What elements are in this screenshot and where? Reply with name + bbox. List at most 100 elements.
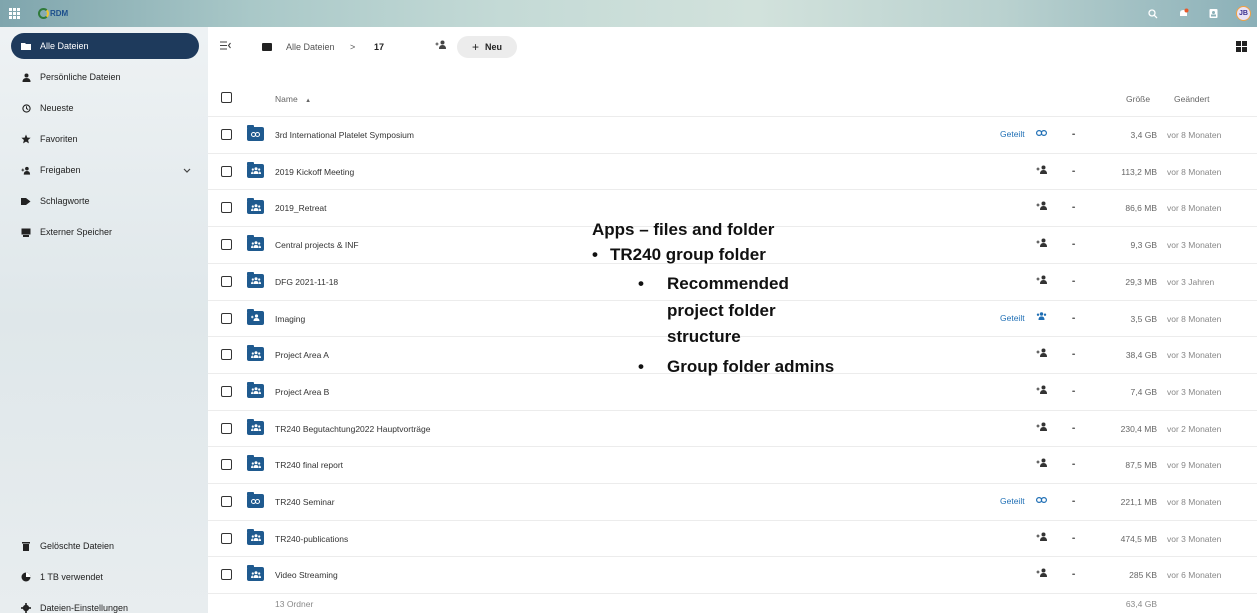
share-folder-icon[interactable] [435,40,447,52]
group-folder-icon[interactable] [247,528,264,545]
row-checkbox[interactable] [221,496,232,507]
table-row[interactable]: TR240-publications ••• 474,5 MB vor 3 Monat… [208,519,1257,556]
apps-menu-icon[interactable] [9,8,20,19]
more-actions-icon[interactable]: ••• [1072,316,1075,322]
shared-status[interactable]: Geteilt [1000,129,1025,139]
row-checkbox[interactable] [221,165,232,177]
sidebar-item-recent[interactable]: Neueste [11,95,199,121]
column-header-modified[interactable]: Geändert [1174,94,1209,104]
share-icon[interactable] [1036,201,1048,213]
row-checkbox[interactable] [221,275,232,287]
more-actions-icon[interactable]: ••• [1072,426,1075,432]
more-actions-icon[interactable]: ••• [1072,536,1075,542]
link-icon[interactable] [1036,128,1048,138]
row-checkbox[interactable] [221,569,232,581]
file-name[interactable]: 3rd International Platelet Symposium [275,130,414,140]
file-name[interactable]: Project Area A [275,350,329,360]
new-button[interactable]: + Neu [457,36,517,58]
file-name[interactable]: Video Streaming [275,570,338,580]
share-icon[interactable] [1036,422,1048,434]
more-actions-icon[interactable]: ••• [1072,242,1075,248]
row-checkbox[interactable] [221,385,232,397]
contacts-icon[interactable] [1206,7,1220,21]
more-actions-icon[interactable]: ••• [1072,279,1075,285]
more-actions-icon[interactable]: ••• [1072,205,1075,211]
share-icon[interactable] [1036,385,1048,397]
link-icon[interactable] [1036,495,1048,505]
breadcrumb-current[interactable]: 17 [374,42,384,52]
grid-view-icon[interactable] [1236,41,1247,52]
avatar[interactable]: JB [1236,6,1251,21]
column-header-size[interactable]: Größe [1126,94,1150,104]
row-checkbox[interactable] [221,459,232,471]
sidebar-item-tags[interactable]: Schlagworte [11,188,199,214]
file-name[interactable]: DFG 2021-11-18 [275,277,338,287]
file-name[interactable]: TR240 Seminar [275,497,335,507]
group-folder-icon[interactable] [247,198,264,215]
shared-users-icon[interactable] [1036,311,1047,322]
shared-status[interactable]: Geteilt [1000,496,1025,506]
file-name[interactable]: 2019 Kickoff Meeting [275,167,354,177]
sidebar-item-external-storage[interactable]: Externer Speicher [11,219,199,245]
more-actions-icon[interactable]: ••• [1072,352,1075,358]
table-row[interactable]: 2019 Kickoff Meeting ••• 113,2 MB vor 8 Mon… [208,152,1257,189]
select-all-checkbox[interactable] [221,92,232,103]
folder-icon[interactable] [262,43,272,51]
share-icon[interactable] [1036,348,1048,360]
more-actions-icon[interactable]: ••• [1072,169,1075,175]
chevron-down-icon[interactable] [183,166,191,175]
table-row[interactable]: TR240 final report ••• 87,5 MB vor 9 Monate… [208,446,1257,482]
shared-folder-icon[interactable] [247,308,264,325]
table-row[interactable]: TR240 Seminar Geteilt ••• 221,1 MB vor 8 Mon… [208,483,1257,519]
sidebar-item-deleted-files[interactable]: Gelöschte Dateien [11,533,199,559]
table-row[interactable]: Project Area B ••• 7,4 GB vor 3 Monaten [208,372,1257,409]
row-checkbox[interactable] [221,202,232,214]
more-actions-icon[interactable]: ••• [1072,572,1075,578]
group-folder-icon[interactable] [247,235,264,252]
table-row[interactable]: Video Streaming ••• 285 KB vor 6 Monaten [208,556,1257,592]
more-actions-icon[interactable]: ••• [1072,462,1075,468]
share-icon[interactable] [1036,532,1048,544]
share-icon[interactable] [1036,568,1048,580]
sidebar-item-shares[interactable]: Freigaben [11,157,199,183]
file-name[interactable]: TR240 final report [275,460,343,470]
more-actions-icon[interactable]: ••• [1072,389,1075,395]
file-name[interactable]: TR240 Begutachtung2022 Hauptvorträge [275,424,430,434]
table-row[interactable]: TR240 Begutachtung2022 Hauptvorträge ••• 2… [208,409,1257,446]
file-name[interactable]: 2019_Retreat [275,203,327,213]
file-name[interactable]: Central projects & INF [275,240,359,250]
sidebar-item-all-files[interactable]: Alle Dateien [11,33,199,59]
share-icon[interactable] [1036,458,1048,470]
shared-status[interactable]: Geteilt [1000,313,1025,323]
search-icon[interactable] [1146,7,1160,21]
row-checkbox[interactable] [221,129,232,140]
link-folder-icon[interactable] [247,125,264,141]
row-checkbox[interactable] [221,532,232,544]
row-checkbox[interactable] [221,422,232,434]
group-folder-icon[interactable] [247,161,264,178]
row-checkbox[interactable] [221,312,232,324]
group-folder-icon[interactable] [247,455,264,472]
file-name[interactable]: Imaging [275,314,305,324]
share-icon[interactable] [1036,238,1048,250]
toggle-navigation-icon[interactable] [220,41,231,53]
share-icon[interactable] [1036,275,1048,287]
column-header-name[interactable]: Name ▲ [275,94,311,104]
sidebar-item-settings[interactable]: Dateien-Einstellungen [11,595,199,613]
sidebar-item-favorites[interactable]: Favoriten [11,126,199,152]
file-name[interactable]: TR240-publications [275,534,348,544]
share-icon[interactable] [1036,165,1048,177]
group-folder-icon[interactable] [247,345,264,362]
table-row[interactable]: 3rd International Platelet Symposium Gete… [208,116,1257,152]
breadcrumb-root[interactable]: Alle Dateien [286,42,335,52]
sidebar-item-personal-files[interactable]: Persönliche Dateien [11,64,199,90]
group-folder-icon[interactable] [247,565,264,582]
more-actions-icon[interactable]: ••• [1072,132,1075,138]
file-name[interactable]: Project Area B [275,387,329,397]
group-folder-icon[interactable] [247,418,264,435]
row-checkbox[interactable] [221,349,232,361]
group-folder-icon[interactable] [247,381,264,398]
more-actions-icon[interactable]: ••• [1072,499,1075,505]
logo[interactable]: RDM [38,7,68,20]
link-folder-icon[interactable] [247,492,264,508]
